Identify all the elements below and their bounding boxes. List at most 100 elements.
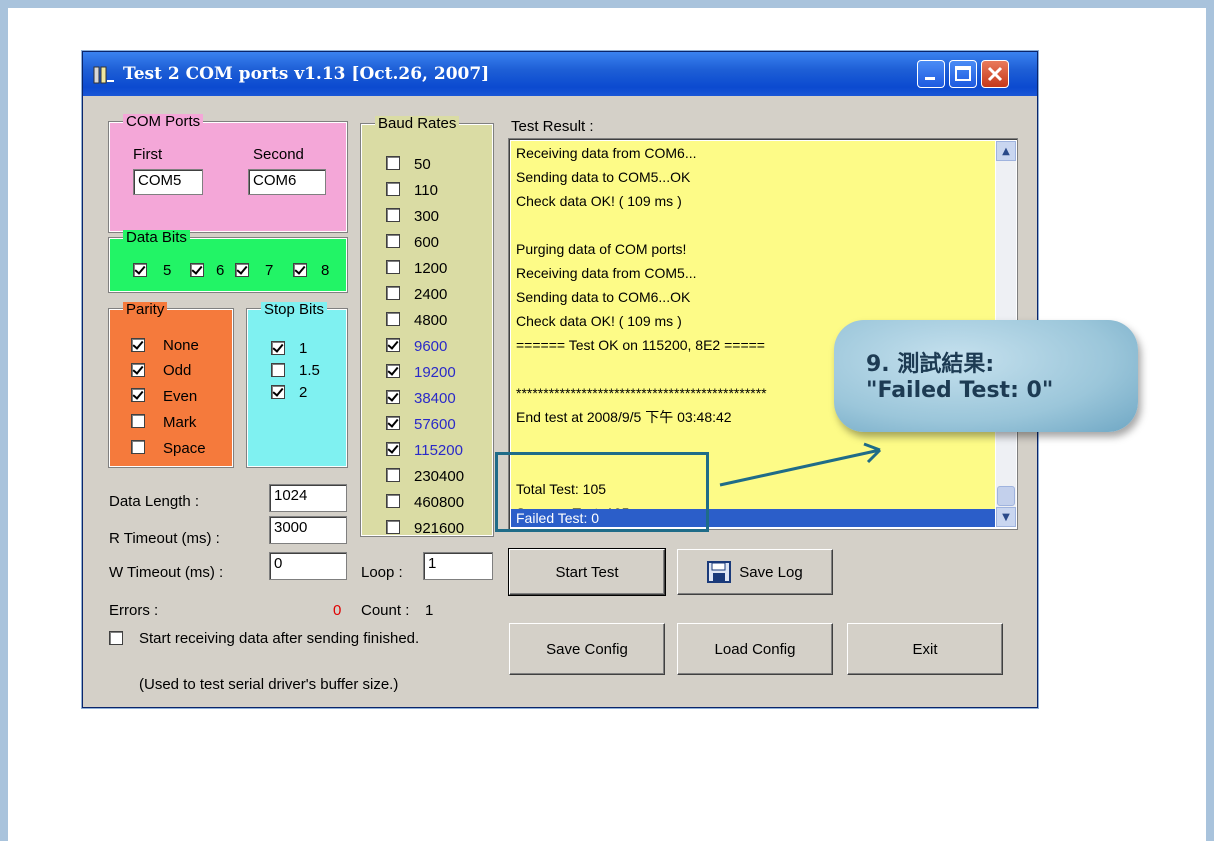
result-line: ====== Test OK on 115200, 8E2 ===== <box>516 337 765 353</box>
baud-460800-checkbox[interactable] <box>386 494 400 508</box>
baud-38400-label: 38400 <box>414 390 456 407</box>
stop-bits-1-5-checkbox[interactable] <box>271 363 285 377</box>
count-label: Count : <box>361 602 410 619</box>
data-bits-6-checkbox[interactable] <box>190 263 204 277</box>
parity-none-label: None <box>163 337 199 354</box>
receive-after-send-label: Start receiving data after sending finis… <box>139 630 420 647</box>
baud-230400-checkbox[interactable] <box>386 468 400 482</box>
load-config-button[interactable]: Load Config <box>677 623 833 675</box>
start-test-button[interactable]: Start Test <box>508 548 666 596</box>
data-bits-7-label: 7 <box>265 262 274 279</box>
callout-title: 9. 測試結果: <box>866 352 995 377</box>
second-port-label: Second <box>253 146 304 163</box>
baud-50-checkbox[interactable] <box>386 156 400 170</box>
scroll-thumb[interactable] <box>997 486 1015 506</box>
stop-bits-title: Stop Bits <box>261 302 328 318</box>
stop-bits-2-checkbox[interactable] <box>271 385 285 399</box>
floppy-disk-icon <box>707 561 732 583</box>
baud-460800-label: 460800 <box>414 494 465 511</box>
data-bits-7-checkbox[interactable] <box>235 263 249 277</box>
baud-110-checkbox[interactable] <box>386 182 400 196</box>
minimize-button[interactable] <box>917 60 945 88</box>
baud-1200-checkbox[interactable] <box>386 260 400 274</box>
baud-921600-label: 921600 <box>414 520 465 537</box>
stop-bits-1-label: 1 <box>299 340 308 357</box>
w-timeout-label: W Timeout (ms) : <box>109 564 224 581</box>
r-timeout-field[interactable]: 3000 <box>269 516 347 544</box>
baud-600-checkbox[interactable] <box>386 234 400 248</box>
window-title: Test 2 COM ports v1.13 [Oct.26, 2007] <box>123 64 490 84</box>
parity-none-checkbox[interactable] <box>131 338 145 352</box>
baud-rates-title: Baud Rates <box>375 116 460 132</box>
baud-300-label: 300 <box>414 208 440 225</box>
result-line: End test at 2008/9/5 下午 03:48:42 <box>516 409 732 425</box>
result-line: ****************************************… <box>516 385 767 401</box>
baud-19200-checkbox[interactable] <box>386 364 400 378</box>
scroll-up-arrow-icon[interactable]: ▲ <box>996 141 1016 161</box>
baud-19200-label: 19200 <box>414 364 456 381</box>
callout-bubble: 9. 測試結果: "Failed Test: 0" <box>834 320 1138 432</box>
data-bits-5-checkbox[interactable] <box>133 263 147 277</box>
result-line: Receiving data from COM5... <box>516 265 697 281</box>
baud-4800-label: 4800 <box>414 312 448 329</box>
baud-230400-label: 230400 <box>414 468 465 485</box>
save-log-button[interactable]: Save Log <box>677 549 833 595</box>
save-config-button[interactable]: Save Config <box>509 623 665 675</box>
baud-2400-checkbox[interactable] <box>386 286 400 300</box>
data-length-label: Data Length : <box>109 493 200 510</box>
parity-even-checkbox[interactable] <box>131 388 145 402</box>
baud-1200-label: 1200 <box>414 260 448 277</box>
stop-bits-group <box>246 308 348 468</box>
baud-38400-checkbox[interactable] <box>386 390 400 404</box>
data-bits-8-checkbox[interactable] <box>293 263 307 277</box>
callout-value: "Failed Test: 0" <box>866 378 1054 403</box>
second-port-field[interactable]: COM6 <box>248 169 326 195</box>
highlight-box <box>495 452 709 532</box>
baud-9600-label: 9600 <box>414 338 448 355</box>
title-bar[interactable]: Test 2 COM ports v1.13 [Oct.26, 2007] <box>83 52 1037 96</box>
result-line: Check data OK! ( 109 ms ) <box>516 313 682 329</box>
first-port-field[interactable]: COM5 <box>133 169 203 195</box>
test-result-title: Test Result : <box>511 118 594 135</box>
parity-even-label: Even <box>163 388 198 405</box>
result-line: Sending data to COM5...OK <box>516 169 691 185</box>
baud-110-label: 110 <box>414 182 438 199</box>
baud-9600-checkbox[interactable] <box>386 338 400 352</box>
baud-2400-label: 2400 <box>414 286 448 303</box>
baud-300-checkbox[interactable] <box>386 208 400 222</box>
data-bits-5-label: 5 <box>163 262 172 279</box>
close-button[interactable] <box>981 60 1009 88</box>
save-log-label: Save Log <box>739 563 803 581</box>
baud-57600-label: 57600 <box>414 416 456 433</box>
parity-mark-label: Mark <box>163 414 197 431</box>
baud-4800-checkbox[interactable] <box>386 312 400 326</box>
loop-field[interactable]: 1 <box>423 552 493 580</box>
baud-50-label: 50 <box>414 156 431 173</box>
maximize-button[interactable] <box>949 60 977 88</box>
receive-after-send-checkbox[interactable] <box>109 631 123 645</box>
buffer-note: (Used to test serial driver's buffer siz… <box>139 676 399 693</box>
baud-600-label: 600 <box>414 234 440 251</box>
w-timeout-field[interactable]: 0 <box>269 552 347 580</box>
data-bits-title: Data Bits <box>123 230 190 246</box>
minimize-icon <box>925 77 935 80</box>
errors-value: 0 <box>333 602 342 619</box>
data-length-field[interactable]: 1024 <box>269 484 347 512</box>
parity-space-checkbox[interactable] <box>131 440 145 454</box>
close-icon <box>987 66 1003 82</box>
loop-label: Loop : <box>361 564 403 581</box>
stop-bits-1-checkbox[interactable] <box>271 341 285 355</box>
app-icon <box>93 66 114 84</box>
r-timeout-label: R Timeout (ms) : <box>109 530 220 547</box>
baud-57600-checkbox[interactable] <box>386 416 400 430</box>
maximize-icon <box>955 66 971 81</box>
baud-115200-label: 115200 <box>414 442 463 459</box>
parity-mark-checkbox[interactable] <box>131 414 145 428</box>
parity-odd-checkbox[interactable] <box>131 363 145 377</box>
result-line: Sending data to COM6...OK <box>516 289 691 305</box>
exit-button[interactable]: Exit <box>847 623 1003 675</box>
stop-bits-1-5-label: 1.5 <box>299 362 320 379</box>
baud-921600-checkbox[interactable] <box>386 520 400 534</box>
baud-115200-checkbox[interactable] <box>386 442 400 456</box>
scroll-down-arrow-icon[interactable]: ▼ <box>996 507 1016 527</box>
